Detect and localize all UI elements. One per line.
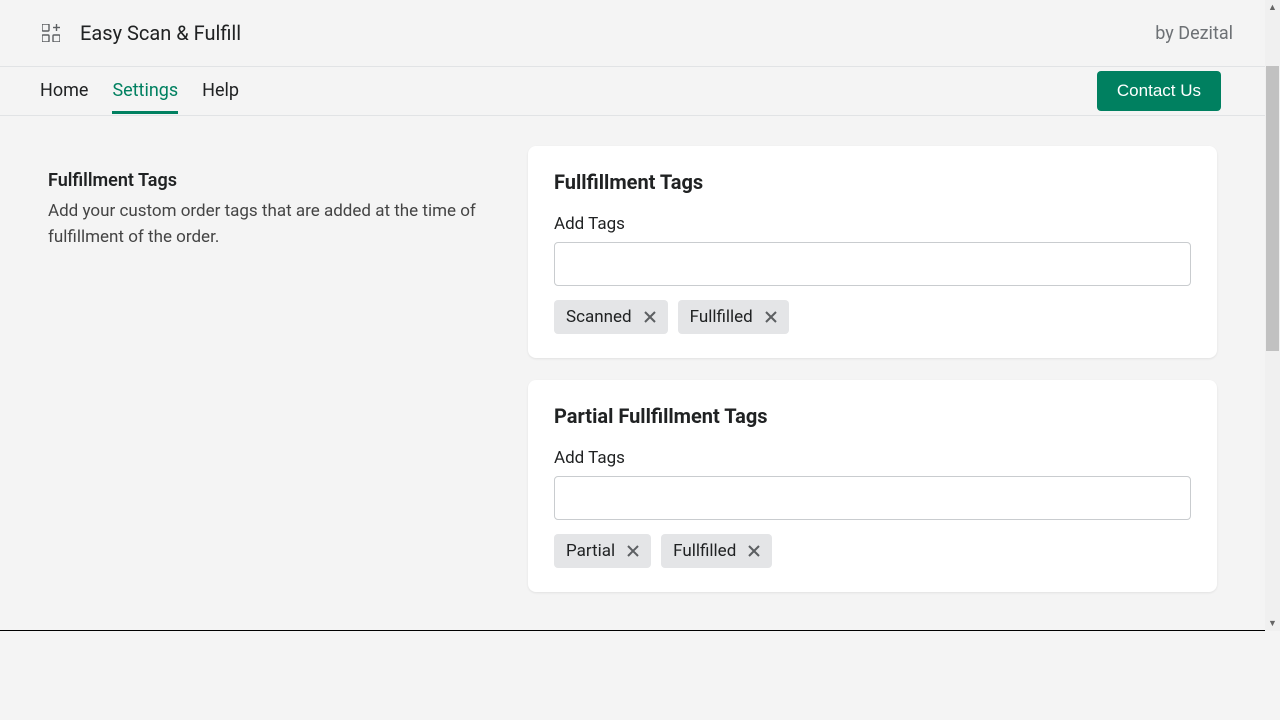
vertical-scrollbar[interactable]: ▲ ▼ <box>1265 0 1280 631</box>
tag-chip: Fullfilled <box>661 534 772 568</box>
tag-label: Scanned <box>566 307 632 327</box>
card-title: Fullfillment Tags <box>554 170 1191 194</box>
tag-label: Fullfilled <box>690 307 753 327</box>
section-text: Add your custom order tags that are adde… <box>48 199 508 250</box>
tab-settings[interactable]: Settings <box>112 68 178 114</box>
tab-home[interactable]: Home <box>40 68 88 114</box>
add-tags-label: Add Tags <box>554 448 1191 468</box>
app-grid-icon <box>42 24 60 42</box>
close-icon[interactable] <box>642 309 658 325</box>
partial-fulfillment-tags-card: Partial Fullfillment Tags Add Tags Parti… <box>528 380 1217 592</box>
main-content: Fulfillment Tags Add your custom order t… <box>0 116 1265 592</box>
cards-column: Fullfillment Tags Add Tags Scanned Fullf… <box>528 146 1217 592</box>
app-header: Easy Scan & Fulfill by Dezital <box>0 0 1265 67</box>
close-icon[interactable] <box>746 543 762 559</box>
tag-chip: Partial <box>554 534 651 568</box>
add-tags-input[interactable] <box>554 242 1191 286</box>
section-heading: Fulfillment Tags <box>48 170 508 191</box>
scroll-up-icon[interactable]: ▲ <box>1265 0 1280 15</box>
tag-label: Fullfilled <box>673 541 736 561</box>
app-title: Easy Scan & Fulfill <box>80 21 241 45</box>
tag-chip: Scanned <box>554 300 668 334</box>
add-tags-input[interactable] <box>554 476 1191 520</box>
tags-row: Partial Fullfilled <box>554 534 1191 568</box>
nav-row: Home Settings Help Contact Us <box>0 67 1265 116</box>
add-tags-label: Add Tags <box>554 214 1191 234</box>
contact-us-button[interactable]: Contact Us <box>1097 71 1221 111</box>
section-description: Fulfillment Tags Add your custom order t… <box>48 146 508 592</box>
tag-label: Partial <box>566 541 615 561</box>
scroll-down-icon[interactable]: ▼ <box>1265 616 1280 631</box>
tabs: Home Settings Help <box>40 67 239 115</box>
close-icon[interactable] <box>625 543 641 559</box>
tag-chip: Fullfilled <box>678 300 789 334</box>
tags-row: Scanned Fullfilled <box>554 300 1191 334</box>
close-icon[interactable] <box>763 309 779 325</box>
vendor-label: by Dezital <box>1155 23 1233 44</box>
tab-help[interactable]: Help <box>202 68 239 114</box>
card-title: Partial Fullfillment Tags <box>554 404 1191 428</box>
scrollbar-thumb[interactable] <box>1266 66 1279 351</box>
fulfillment-tags-card: Fullfillment Tags Add Tags Scanned Fullf… <box>528 146 1217 358</box>
